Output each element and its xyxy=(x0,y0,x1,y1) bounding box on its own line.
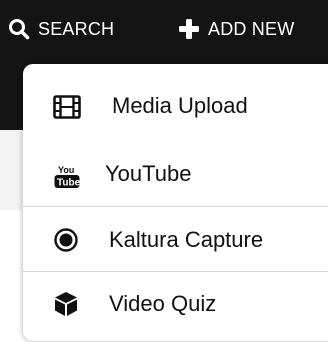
cube-icon xyxy=(54,291,78,317)
menu-item-label: Kaltura Capture xyxy=(109,227,264,252)
plus-icon xyxy=(178,18,200,40)
add-new-button[interactable]: ADD NEW xyxy=(178,18,294,40)
search-button[interactable]: SEARCH xyxy=(8,18,114,40)
add-new-label: ADD NEW xyxy=(208,18,295,39)
svg-text:Tube: Tube xyxy=(57,178,80,189)
search-icon xyxy=(8,18,30,40)
menu-item-label: Video Quiz xyxy=(109,291,217,316)
menu-item-label: YouTube xyxy=(105,161,192,186)
menu-item-video-quiz[interactable]: Video Quiz xyxy=(23,272,328,334)
svg-text:You: You xyxy=(58,165,74,175)
menu-item-media-upload[interactable]: Media Upload xyxy=(23,72,328,142)
menu-item-kaltura-capture[interactable]: Kaltura Capture xyxy=(23,207,328,271)
menu-item-label: Media Upload xyxy=(112,93,248,118)
record-icon xyxy=(54,228,78,252)
nav-row: SEARCH ADD NEW xyxy=(0,0,328,64)
add-new-dropdown-menu: Media Upload You Tube YouTube Kaltura Ca… xyxy=(23,64,328,341)
search-label: SEARCH xyxy=(38,18,115,39)
film-icon xyxy=(53,95,81,119)
menu-item-youtube[interactable]: You Tube YouTube xyxy=(23,142,328,206)
youtube-icon: You Tube xyxy=(54,163,80,189)
background-panel xyxy=(0,130,22,210)
